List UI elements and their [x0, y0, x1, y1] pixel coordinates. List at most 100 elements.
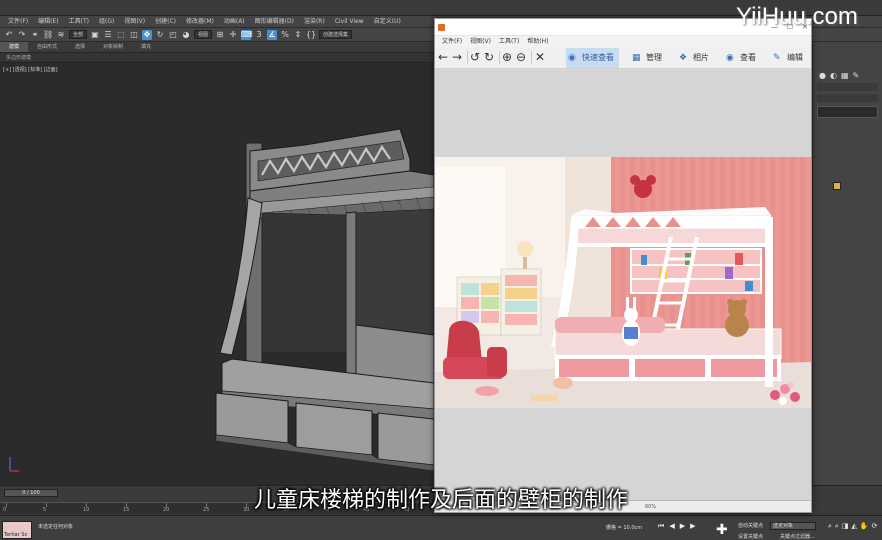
field-of-view-icon[interactable]: ◭: [851, 522, 856, 531]
acdsee-menu-item[interactable]: 工具(T): [495, 36, 523, 47]
snap-toggle-icon[interactable]: 3: [254, 30, 264, 40]
screen: 文件(F) 编辑(E) 工具(T) 组(G) 视图(V) 创建(C) 修改器(M) 动画(A)…: [0, 0, 882, 540]
playback-controls: ⏮ ◀ ▶ ▶: [658, 522, 695, 531]
command-panel-tabs: ● ◐ ▦ ✎: [813, 68, 882, 80]
pan-icon[interactable]: ✋: [860, 522, 869, 531]
unlink-icon[interactable]: ⛓: [43, 30, 53, 40]
bunk-bed-model: [215, 128, 434, 472]
acdsee-menu-item[interactable]: 视图(V): [466, 36, 495, 47]
forward-arrow-icon[interactable]: →: [452, 49, 462, 65]
redo-icon[interactable]: ↷: [17, 30, 27, 40]
max-menu-item[interactable]: Civil View: [330, 16, 369, 27]
angle-snap-icon[interactable]: ∡: [267, 29, 278, 40]
tab-edit-label: 编辑: [787, 53, 803, 62]
eye-icon: ◉: [726, 53, 734, 63]
edit-named-selection-icon[interactable]: {}: [306, 30, 316, 40]
goto-start-icon[interactable]: ⏮: [658, 522, 664, 531]
rotate-icon[interactable]: ↻: [155, 30, 165, 40]
pivot-icon[interactable]: ⊞: [215, 30, 225, 40]
rotate-right-icon[interactable]: ↻: [484, 49, 494, 65]
scale-icon[interactable]: ◰: [168, 30, 178, 40]
tab-view[interactable]: ◉ 查看: [724, 48, 756, 68]
move-icon[interactable]: ✥: [142, 29, 153, 40]
auto-key-button[interactable]: 自动关键点: [738, 522, 763, 529]
maxscript-listener[interactable]: Tertiar Sc: [2, 521, 32, 539]
eye-icon: ◉: [568, 53, 576, 63]
modify-tab-icon[interactable]: ◐: [830, 71, 837, 80]
rotate-left-icon[interactable]: ↺: [470, 49, 480, 65]
viewport-nav-controls: ⌕ ⌕ ◨ ◭ ✋ ⟳: [828, 522, 878, 531]
modifier-stack[interactable]: [817, 106, 878, 118]
max-menu-item[interactable]: 工具(T): [64, 16, 94, 27]
stack-lock-icon[interactable]: [833, 182, 841, 190]
max-menu-item[interactable]: 动画(A): [219, 16, 250, 27]
max-menu-item[interactable]: 自定义(U): [369, 16, 406, 27]
ribbon-tab[interactable]: 对象绘制: [94, 42, 132, 52]
object-name-field[interactable]: [817, 83, 878, 91]
rect-selection-icon[interactable]: ⬚: [116, 30, 126, 40]
prev-frame-icon[interactable]: ◀: [669, 522, 674, 531]
window-crossing-icon[interactable]: ◫: [129, 30, 139, 40]
acdsee-menu-item[interactable]: 文件(F): [438, 36, 466, 47]
select-manipulate-icon[interactable]: ✛: [228, 30, 238, 40]
status-selection-text: 未选定任何对象: [38, 524, 74, 530]
tab-manage[interactable]: ▦ 管理: [630, 48, 662, 68]
key-selection-dropdown[interactable]: 选定对象: [770, 522, 816, 530]
max-menu-item[interactable]: 组(G): [94, 16, 119, 27]
play-icon[interactable]: ▶: [680, 522, 685, 531]
hierarchy-tab-icon[interactable]: ▦: [841, 71, 849, 80]
ribbon-tab[interactable]: 自由形式: [28, 42, 66, 52]
acdsee-menu-item[interactable]: 帮助(H): [523, 36, 552, 47]
selection-filter-dropdown[interactable]: 全部: [69, 30, 88, 39]
close-image-icon[interactable]: ✕: [535, 49, 545, 65]
key-filters-button[interactable]: 关键点过滤器...: [780, 533, 815, 540]
ribbon-tab[interactable]: 填充: [132, 42, 160, 52]
grid-icon: ▦: [632, 53, 641, 63]
max-menu-item[interactable]: 创建(C): [150, 16, 181, 27]
viewport-label[interactable]: [+] [透视] [标准] [边面]: [3, 66, 58, 73]
spinner-snap-icon[interactable]: ⇕: [293, 30, 303, 40]
tab-edit[interactable]: ✎ 编辑: [771, 48, 803, 68]
zoom-all-icon[interactable]: ⌕: [835, 522, 839, 531]
max-menu-item[interactable]: 图形编辑器(D): [250, 16, 299, 27]
max-menu-item[interactable]: 编辑(E): [33, 16, 63, 27]
zoom-in-icon[interactable]: ⊕: [502, 49, 512, 65]
perspective-viewport[interactable]: [+] [透视] [标准] [边面]: [0, 63, 434, 485]
named-selection-dropdown[interactable]: 创建选择集: [319, 30, 353, 39]
ribbon-tab[interactable]: 选择: [66, 42, 94, 52]
utilities-tab-icon[interactable]: ✎: [853, 71, 860, 80]
max-menu-item[interactable]: 修改器(M): [181, 16, 219, 27]
bind-space-warp-icon[interactable]: ≋: [56, 30, 66, 40]
max-menu-item[interactable]: 文件(F): [3, 16, 33, 27]
max-menu-item[interactable]: 渲染(R): [299, 16, 330, 27]
tab-quick-view[interactable]: ◉ 快速查看: [566, 48, 619, 68]
zoom-out-icon[interactable]: ⊖: [516, 49, 526, 65]
modifier-list[interactable]: [817, 94, 878, 102]
next-frame-icon[interactable]: ▶: [690, 522, 695, 531]
acdsee-toolbar: ← → ↺ ↻ ⊕ ⊖ ✕ ◉ 快速查看 ▦ 管理 ❖ 相片 ◉ 查看 ✎ 编辑: [435, 47, 811, 69]
zoom-icon[interactable]: ⌕: [828, 522, 832, 531]
tab-photos[interactable]: ❖ 相片: [677, 48, 709, 68]
set-key-button[interactable]: 设置关键点: [738, 533, 763, 540]
link-icon[interactable]: ⚭: [30, 30, 40, 40]
place-icon[interactable]: ◕: [181, 30, 191, 40]
keyboard-shortcut-icon[interactable]: ⌨: [241, 29, 253, 40]
status-bar: Tertiar Sc 未选定任何对象 栅格 = 10.0cm ⏮ ◀ ▶ ▶ ✚…: [0, 515, 882, 540]
orbit-icon[interactable]: ⟳: [872, 522, 878, 531]
select-object-icon[interactable]: ▣: [90, 30, 100, 40]
percent-snap-icon[interactable]: %: [280, 30, 290, 40]
create-tab-icon[interactable]: ●: [819, 71, 826, 80]
maxscript-label: Tertiar Sc: [4, 532, 28, 538]
add-key-icon[interactable]: ✚: [716, 523, 728, 537]
reference-coord-dropdown[interactable]: 视图: [194, 30, 213, 39]
acdsee-menu-bar: 文件(F) 视图(V) 工具(T) 帮助(H): [435, 36, 811, 47]
image-view-area[interactable]: [435, 70, 811, 500]
watermark-logo: YiiHuu.com: [736, 3, 858, 30]
undo-icon[interactable]: ↶: [4, 30, 14, 40]
ribbon-tab[interactable]: 建模: [0, 42, 29, 52]
zoom-extents-icon[interactable]: ◨: [842, 522, 849, 531]
command-panel: ● ◐ ▦ ✎: [812, 42, 882, 485]
back-arrow-icon[interactable]: ←: [438, 49, 448, 65]
select-by-name-icon[interactable]: ☰: [103, 30, 113, 40]
max-menu-item[interactable]: 视图(V): [119, 16, 150, 27]
